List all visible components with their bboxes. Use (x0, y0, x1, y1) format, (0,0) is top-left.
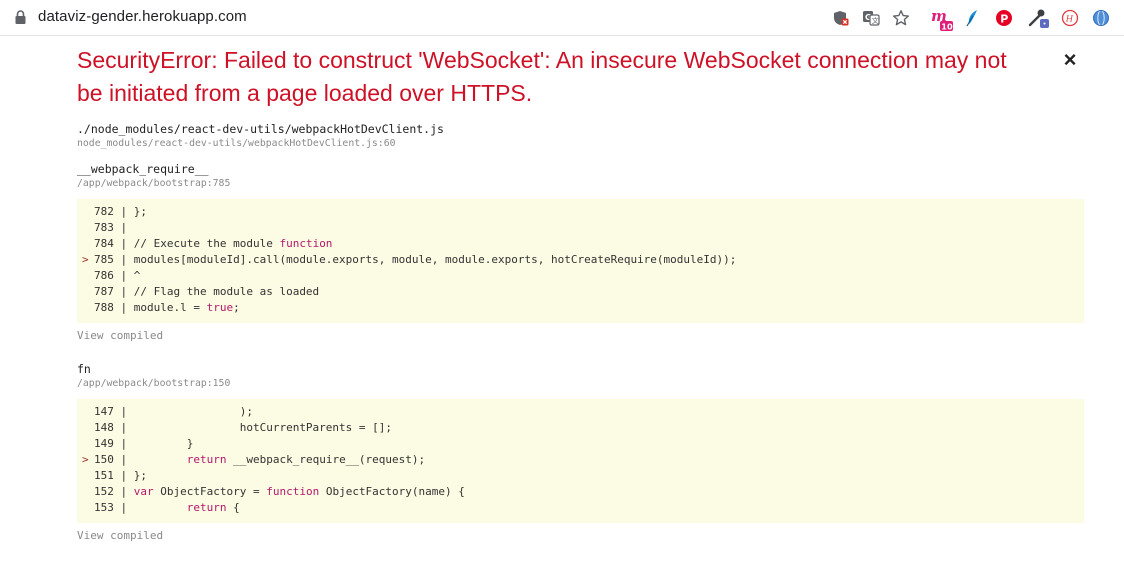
h-extension-icon[interactable]: H (1061, 9, 1079, 27)
code-line-text: 148 | hotCurrentParents = []; (94, 421, 393, 434)
code-line-text: 147 | ); (94, 405, 253, 418)
code-line: 149 | } (77, 436, 1084, 452)
line-number: 788 (94, 301, 114, 314)
code-line-text: 784 | // Execute the module function (94, 237, 333, 250)
m-extension-icon[interactable]: m 10 (931, 8, 957, 32)
code-line: 151 | }; (77, 468, 1084, 484)
code-text: hotCurrentParents = []; (133, 421, 393, 434)
code-text: } (133, 437, 194, 450)
error-title: SecurityError: Failed to construct 'WebS… (77, 47, 1007, 106)
code-snippet: 782 | }; 783 | 784 | // Execute the modul… (77, 199, 1084, 323)
error-line-marker: > (82, 453, 89, 466)
view-compiled-link[interactable]: View compiled (77, 329, 163, 342)
code-text: ^ (133, 269, 141, 282)
code-line-text: 150 | return __webpack_require__(request… (94, 453, 426, 466)
code-line: 153 | return { (77, 500, 1084, 516)
feather-extension-icon[interactable] (964, 9, 982, 27)
line-number: 149 (94, 437, 114, 450)
globe-extension-icon[interactable] (1092, 9, 1110, 27)
line-number: 782 (94, 205, 114, 218)
code-text: // Flag the module as loaded (133, 285, 320, 298)
code-text: // Execute the module function (133, 237, 333, 250)
code-line: 786 | ^ (77, 268, 1084, 284)
line-number: 785 (94, 253, 114, 266)
address-bar-url[interactable]: dataviz-gender.herokuapp.com (38, 8, 247, 25)
code-text: ); (133, 405, 253, 418)
code-line: 788 | module.l = true; (77, 300, 1084, 316)
code-line: 782 | }; (77, 204, 1084, 220)
code-line-text: 786 | ^ (94, 269, 141, 282)
lock-icon[interactable] (15, 10, 26, 25)
code-text: module.l = true; (133, 301, 240, 314)
line-number: 150 (94, 453, 114, 466)
code-text: var ObjectFactory = function ObjectFacto… (133, 485, 465, 498)
stack-frame-location[interactable]: node_modules/react-dev-utils/webpackHotD… (77, 138, 396, 149)
stack-frame-location[interactable]: /app/webpack/bootstrap:785 (77, 178, 230, 189)
code-line: 783 | (77, 220, 1084, 236)
browser-toolbar: dataviz-gender.herokuapp.com G 文 m 10 P … (0, 0, 1124, 36)
svg-text:H: H (1065, 15, 1074, 25)
view-compiled-link[interactable]: View compiled (77, 529, 163, 542)
stack-frame-name: ./node_modules/react-dev-utils/webpackHo… (77, 122, 444, 136)
error-line-marker: > (82, 253, 89, 266)
bookmark-star-icon[interactable] (892, 9, 910, 27)
code-snippet: 147 | ); 148 | hotCurrentParents = []; 149… (77, 399, 1084, 523)
code-text: return __webpack_require__(request); (186, 453, 426, 466)
stack-frame-location[interactable]: /app/webpack/bootstrap:150 (77, 378, 230, 389)
code-line: 787 | // Flag the module as loaded (77, 284, 1084, 300)
line-number: 151 (94, 469, 114, 482)
code-text: modules[moduleId].call(module.exports, m… (133, 253, 737, 266)
code-line-text: 149 | } (94, 437, 194, 450)
eyedropper-extension-icon[interactable] (1028, 7, 1050, 29)
code-line-text: 153 | return { (94, 501, 240, 514)
line-number: 787 (94, 285, 114, 298)
code-line: >785 | modules[moduleId].call(module.exp… (77, 252, 1084, 268)
code-line-text: 151 | }; (94, 469, 147, 482)
code-line: >150 | return __webpack_require__(reques… (77, 452, 1084, 468)
stack-frame-name: __webpack_require__ (77, 162, 209, 176)
code-line-text: 152 | var ObjectFactory = function Objec… (94, 485, 465, 498)
code-line-text: 788 | module.l = true; (94, 301, 240, 314)
stack-frame-name: fn (77, 362, 91, 376)
line-number: 153 (94, 501, 114, 514)
code-text: return { (186, 501, 240, 514)
svg-text:P: P (1000, 13, 1008, 26)
blocked-content-icon[interactable] (832, 9, 850, 27)
line-number: 783 (94, 221, 114, 234)
extension-badge-count: 10 (941, 21, 953, 31)
code-text: }; (133, 205, 147, 218)
line-number: 152 (94, 485, 114, 498)
code-line: 784 | // Execute the module function (77, 236, 1084, 252)
translate-icon[interactable]: G 文 (862, 9, 880, 27)
pinterest-icon[interactable]: P (995, 9, 1013, 27)
code-line-text: 787 | // Flag the module as loaded (94, 285, 320, 298)
code-line-text: 782 | }; (94, 205, 147, 218)
code-line: 147 | ); (77, 404, 1084, 420)
line-number: 784 (94, 237, 114, 250)
line-number: 786 (94, 269, 114, 282)
code-text: }; (133, 469, 147, 482)
code-line-text: 785 | modules[moduleId].call(module.expo… (94, 253, 737, 266)
close-button[interactable]: × (1060, 49, 1080, 71)
code-line-text: 783 | (94, 221, 134, 234)
code-line: 148 | hotCurrentParents = []; (77, 420, 1084, 436)
svg-text:文: 文 (872, 16, 879, 25)
code-line: 152 | var ObjectFactory = function Objec… (77, 484, 1084, 500)
line-number: 147 (94, 405, 114, 418)
line-number: 148 (94, 421, 114, 434)
